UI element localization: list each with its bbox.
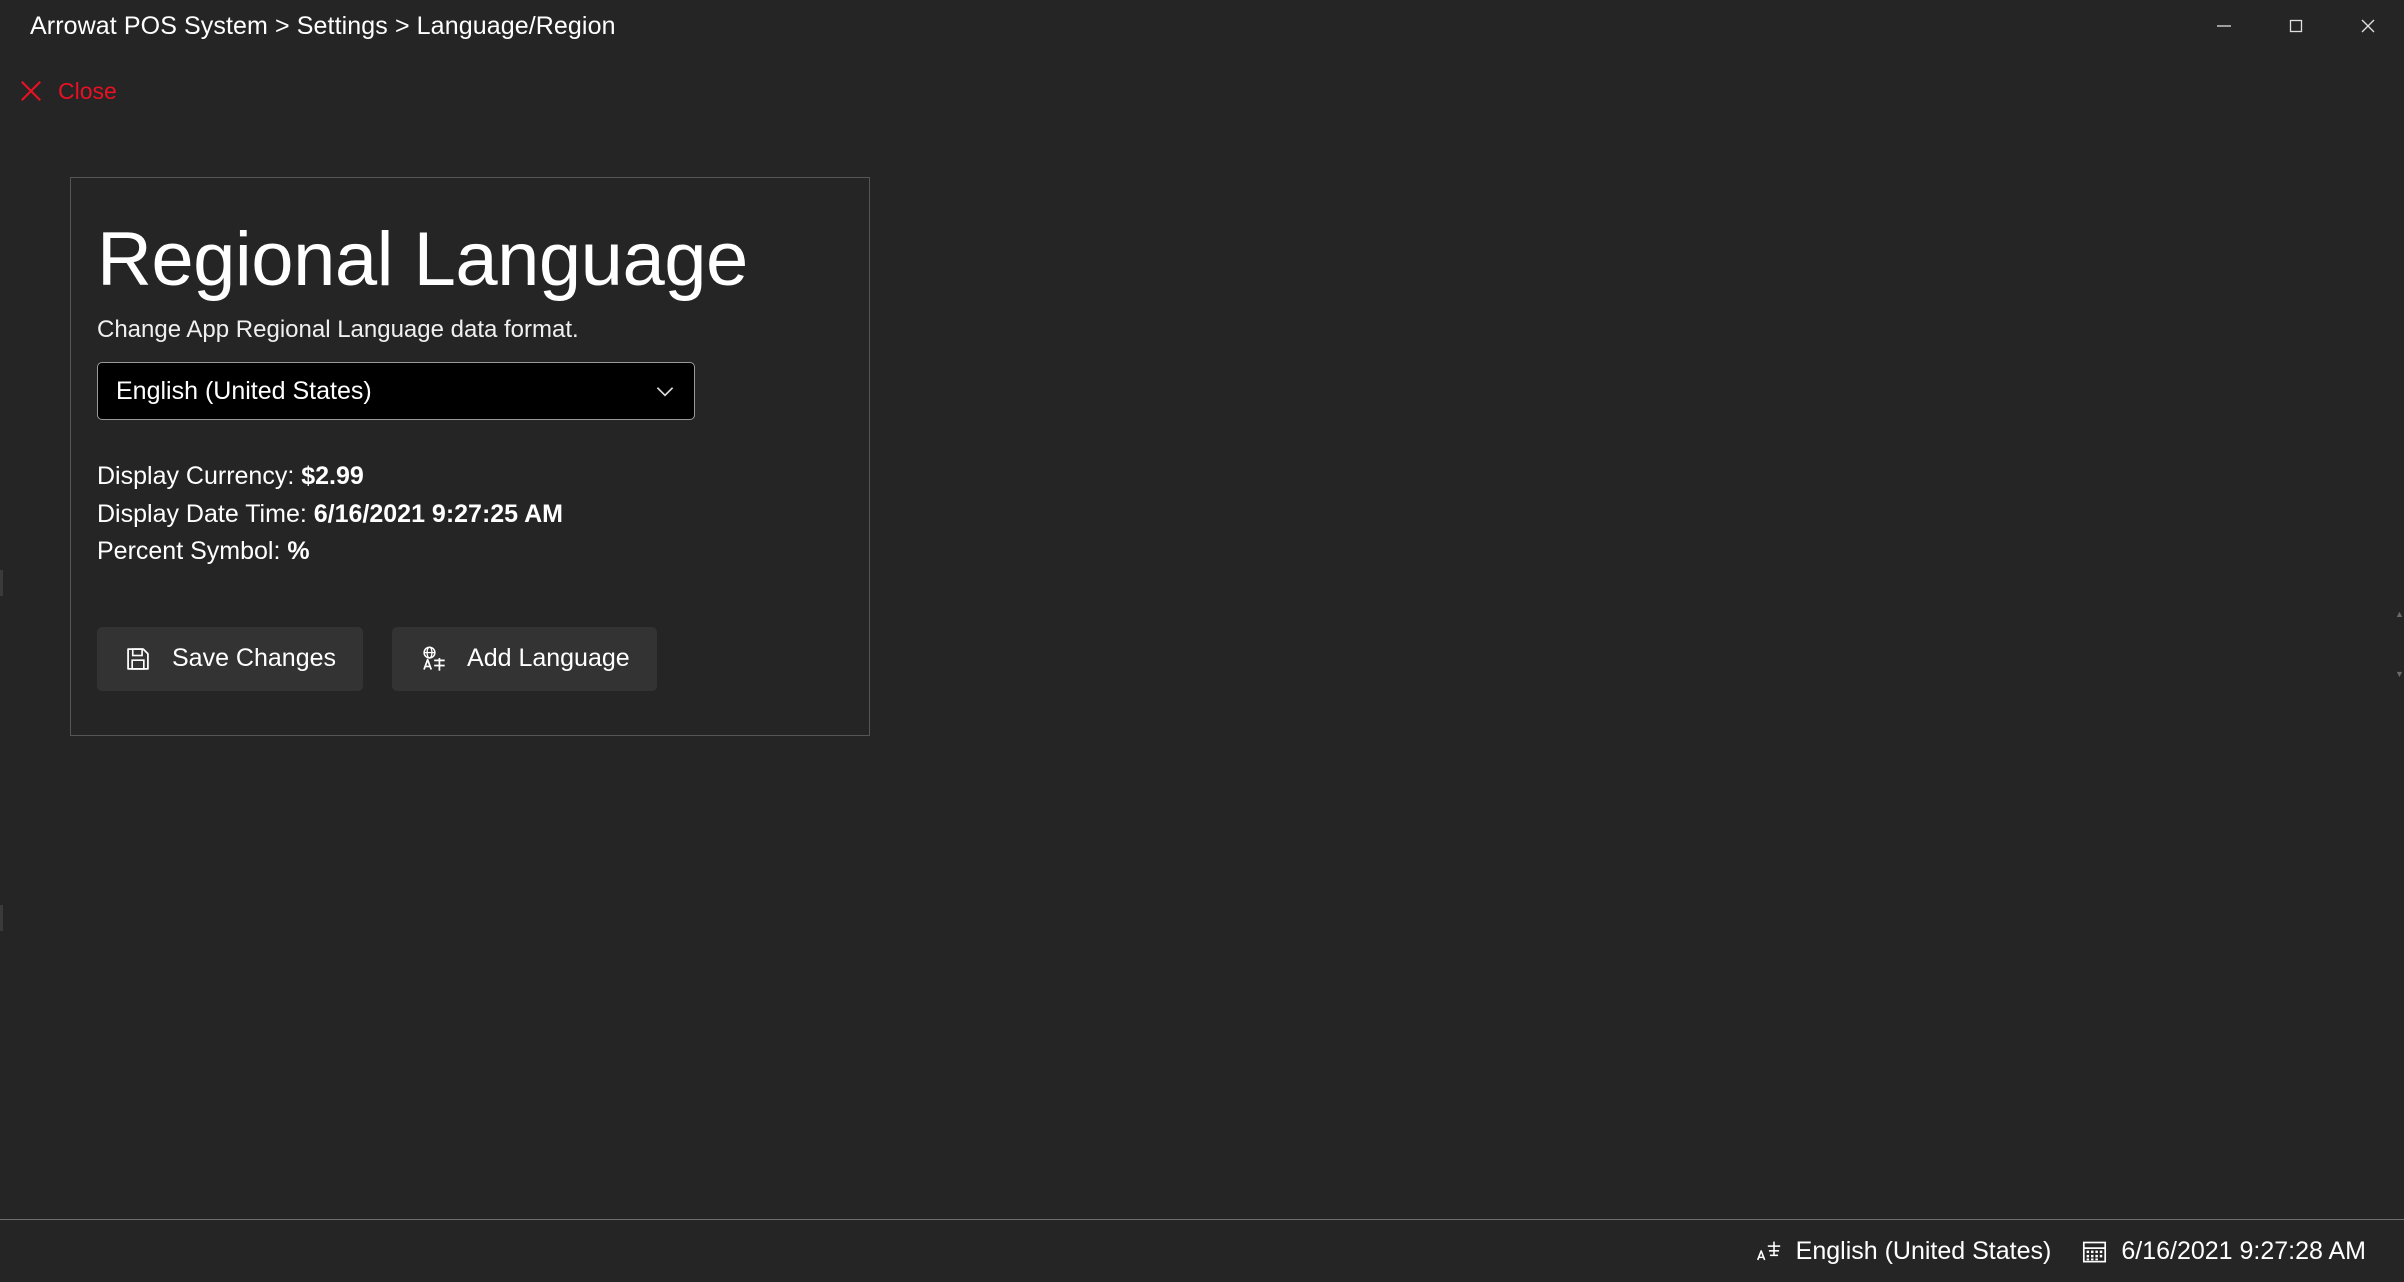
edge-tick-lower	[0, 905, 3, 931]
save-changes-label: Save Changes	[172, 644, 337, 672]
page-subtitle: Change App Regional Language data format…	[97, 316, 579, 343]
add-language-icon	[423, 645, 445, 671]
close-icon	[2361, 19, 2375, 33]
status-language[interactable]: English (United States)	[1756, 1236, 2052, 1266]
maximize-button[interactable]	[2260, 0, 2332, 52]
scroll-down-arrow[interactable]: ▼	[2395, 670, 2404, 679]
percent-symbol-row: Percent Symbol: %	[97, 533, 843, 571]
page-title: Regional Language	[97, 217, 748, 302]
display-datetime-label: Display Date Time:	[97, 499, 314, 528]
card-actions: Save Changes Add Language	[97, 626, 843, 691]
maximize-icon	[2289, 19, 2303, 33]
calendar-icon	[2083, 1241, 2107, 1262]
close-page-label: Close	[58, 77, 117, 104]
scroll-up-arrow[interactable]: ▲	[2395, 610, 2404, 619]
percent-symbol-label: Percent Symbol:	[97, 537, 288, 565]
status-datetime-text: 6/16/2021 9:27:28 AM	[2121, 1236, 2366, 1265]
add-language-label: Add Language	[467, 644, 630, 672]
breadcrumb: Arrowat POS System > Settings > Language…	[30, 11, 616, 40]
minimize-button[interactable]	[2188, 0, 2260, 52]
title-bar: Arrowat POS System > Settings > Language…	[0, 0, 2404, 52]
chevron-down-icon	[656, 387, 674, 397]
language-select[interactable]: English (United States)	[97, 362, 695, 420]
close-page-button[interactable]: Close	[0, 72, 131, 110]
display-currency-row: Display Currency: $2.99	[97, 458, 843, 496]
display-datetime-value: 6/16/2021 9:27:25 AM	[313, 499, 563, 528]
status-bar: English (United States) 6/16/2021 9:27:2…	[0, 1219, 2404, 1282]
regional-language-card: Regional Language Change App Regional La…	[70, 177, 870, 736]
percent-symbol-value: %	[287, 537, 310, 565]
display-datetime-row: Display Date Time: 6/16/2021 9:27:25 AM	[97, 496, 843, 534]
window-controls	[2188, 0, 2404, 52]
display-currency-value: $2.99	[301, 462, 364, 490]
language-select-value: English (United States)	[116, 376, 372, 405]
window-close-button[interactable]	[2332, 0, 2404, 52]
save-changes-button[interactable]: Save Changes	[97, 626, 364, 691]
language-icon	[1756, 1241, 1780, 1260]
vertical-scrollbar[interactable]: ▲ ▼	[2395, 52, 2404, 1192]
save-icon	[127, 647, 149, 670]
minimize-icon	[2217, 25, 2231, 27]
format-preview-list: Display Currency: $2.99 Display Date Tim…	[97, 458, 843, 571]
display-currency-label: Display Currency:	[97, 462, 302, 490]
edge-tick-upper	[0, 570, 3, 596]
add-language-button[interactable]: Add Language	[392, 626, 657, 691]
close-x-icon	[21, 81, 41, 101]
status-language-text: English (United States)	[1795, 1236, 2052, 1265]
status-datetime[interactable]: 6/16/2021 9:27:28 AM	[2081, 1237, 2366, 1266]
